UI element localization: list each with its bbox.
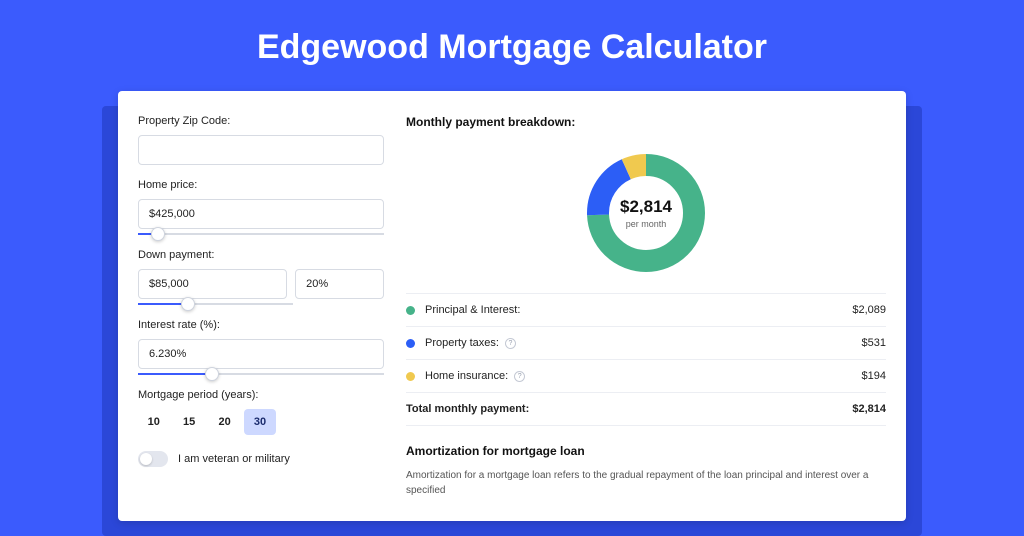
interest-rate-row: Interest rate (%): 6.230% (138, 319, 384, 375)
zip-input[interactable] (138, 135, 384, 165)
legend-row-principal: Principal & Interest: $2,089 (406, 294, 886, 327)
breakdown-heading: Monthly payment breakdown: (406, 115, 886, 129)
legend-label: Home insurance: (425, 370, 508, 382)
page-title: Edgewood Mortgage Calculator (0, 0, 1024, 91)
interest-rate-slider[interactable] (138, 373, 384, 375)
zip-label: Property Zip Code: (138, 115, 384, 127)
veteran-toggle-row: I am veteran or military (138, 451, 384, 467)
home-price-row: Home price: $425,000 (138, 179, 384, 235)
breakdown-column: Monthly payment breakdown: $2,814 per mo… (406, 115, 886, 497)
down-payment-input[interactable]: $85,000 (138, 269, 287, 299)
period-option-15[interactable]: 15 (173, 409, 204, 435)
mortgage-period-label: Mortgage period (years): (138, 389, 384, 401)
inputs-column: Property Zip Code: Home price: $425,000 … (138, 115, 384, 497)
calculator-panel: Property Zip Code: Home price: $425,000 … (118, 91, 906, 521)
breakdown-legend: Principal & Interest: $2,089 Property ta… (406, 293, 886, 426)
donut-center-sub: per month (626, 219, 667, 229)
home-price-input[interactable]: $425,000 (138, 199, 384, 229)
donut-center-value: $2,814 (620, 197, 672, 217)
home-price-label: Home price: (138, 179, 384, 191)
dot-icon (406, 372, 415, 381)
amortization-section: Amortization for mortgage loan Amortizat… (406, 444, 886, 498)
period-option-30[interactable]: 30 (244, 409, 275, 435)
donut-chart: $2,814 per month (582, 149, 710, 277)
down-payment-slider[interactable] (138, 303, 293, 305)
legend-label: Property taxes: (425, 337, 499, 349)
legend-row-total: Total monthly payment: $2,814 (406, 393, 886, 426)
down-payment-pct-input[interactable]: 20% (295, 269, 384, 299)
legend-value: $194 (862, 370, 886, 382)
dot-icon (406, 306, 415, 315)
legend-label: Principal & Interest: (425, 304, 520, 316)
period-option-20[interactable]: 20 (209, 409, 240, 435)
legend-value: $531 (862, 337, 886, 349)
home-price-slider[interactable] (138, 233, 384, 235)
veteran-toggle[interactable] (138, 451, 168, 467)
amortization-text: Amortization for a mortgage loan refers … (406, 468, 886, 498)
donut-chart-wrap: $2,814 per month (406, 137, 886, 293)
legend-row-insurance: Home insurance: ? $194 (406, 360, 886, 393)
legend-value: $2,089 (852, 304, 886, 316)
amortization-title: Amortization for mortgage loan (406, 444, 886, 458)
zip-row: Property Zip Code: (138, 115, 384, 165)
interest-rate-label: Interest rate (%): (138, 319, 384, 331)
slider-thumb-icon[interactable] (151, 227, 165, 241)
mortgage-period-row: Mortgage period (years): 10 15 20 30 (138, 389, 384, 435)
legend-row-taxes: Property taxes: ? $531 (406, 327, 886, 360)
interest-rate-input[interactable]: 6.230% (138, 339, 384, 369)
dot-icon (406, 339, 415, 348)
period-option-10[interactable]: 10 (138, 409, 169, 435)
slider-thumb-icon[interactable] (181, 297, 195, 311)
down-payment-row: Down payment: $85,000 20% (138, 249, 384, 305)
legend-total-label: Total monthly payment: (406, 403, 529, 415)
info-icon[interactable]: ? (514, 371, 525, 382)
period-button-group: 10 15 20 30 (138, 409, 276, 435)
veteran-label: I am veteran or military (178, 453, 290, 465)
legend-total-value: $2,814 (852, 403, 886, 415)
down-payment-label: Down payment: (138, 249, 384, 261)
slider-thumb-icon[interactable] (205, 367, 219, 381)
info-icon[interactable]: ? (505, 338, 516, 349)
